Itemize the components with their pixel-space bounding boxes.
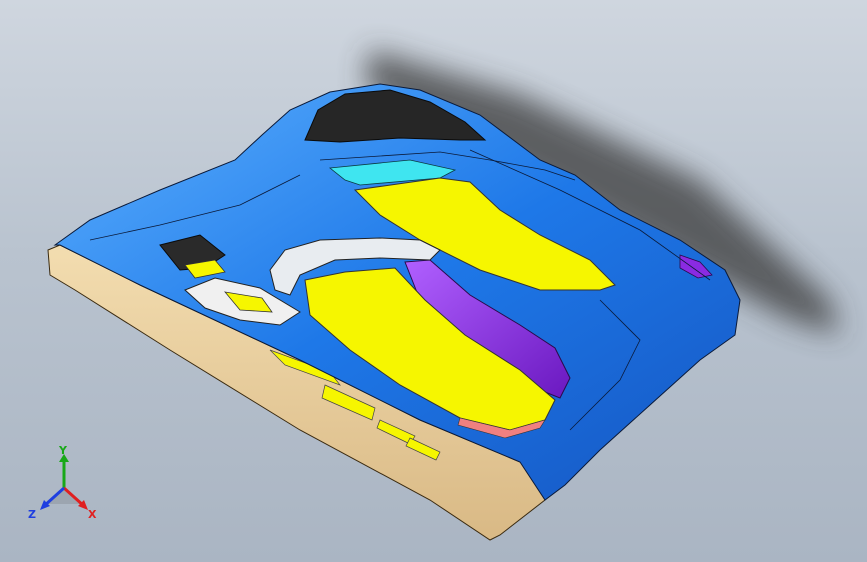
door-panel-model[interactable]: [0, 0, 867, 562]
z-axis-label: Z: [28, 508, 36, 521]
axis-triad[interactable]: Y X Z: [22, 446, 106, 530]
cad-viewport[interactable]: Y X Z: [0, 0, 867, 562]
x-axis-label: X: [88, 508, 97, 521]
y-axis-label: Y: [58, 446, 68, 457]
